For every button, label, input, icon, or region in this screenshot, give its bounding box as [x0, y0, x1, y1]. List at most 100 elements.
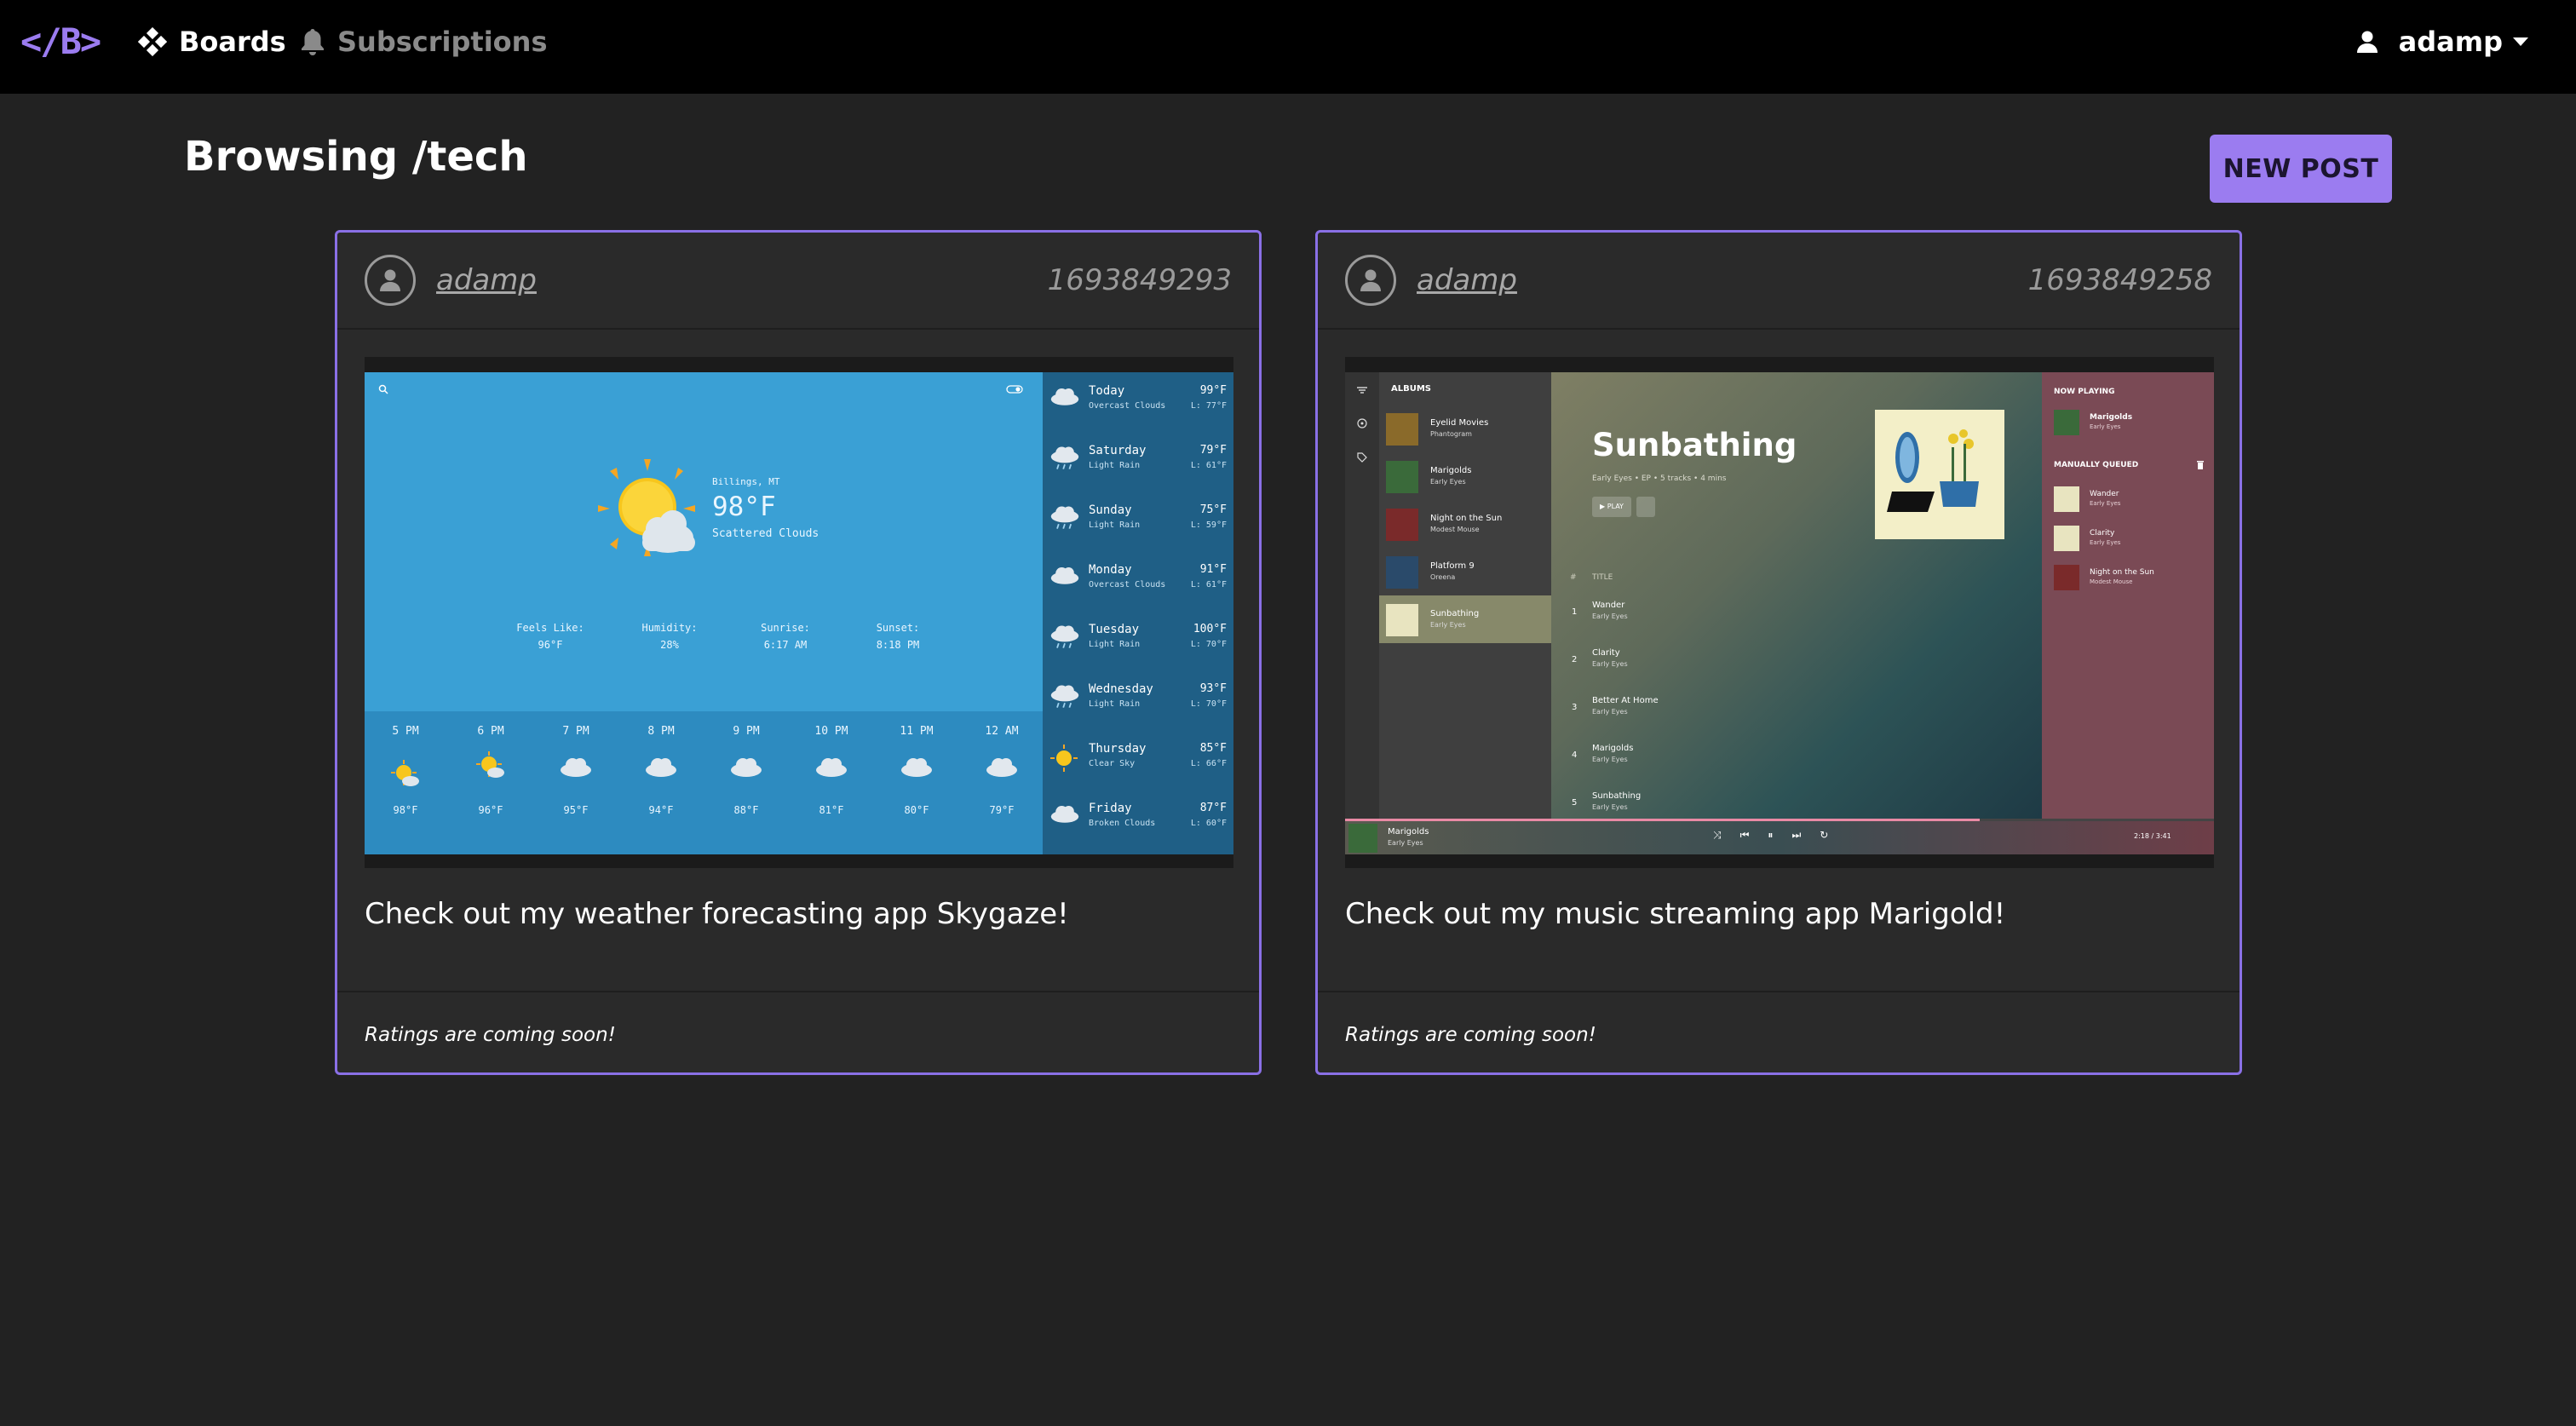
cloud-icon — [1050, 567, 1079, 584]
now-playing-item: Marigolds Early Eyes — [2054, 406, 2207, 446]
weather-current-panel: Billings, MT 98°F Scattered Clouds Feels… — [365, 372, 1043, 711]
cloud-icon — [646, 758, 676, 777]
rain-icon — [1050, 625, 1079, 648]
album-cover — [2054, 565, 2079, 590]
daily-item: Monday Overcast Clouds 91°F L: 61°F — [1043, 551, 1233, 611]
ratings-notice: Ratings are coming soon! — [365, 1024, 616, 1046]
player-time: 2:18 / 3:41 — [2134, 832, 2171, 840]
hourly-item: 8 PM 94°F — [627, 725, 695, 816]
queue-item: Night on the Sun Modest Mouse — [2054, 561, 2207, 601]
hourly-item: 9 PM 88°F — [712, 725, 780, 816]
album-cover-art — [1875, 410, 2004, 539]
cloud-icon — [561, 758, 591, 777]
track-row: 1 Wander Early Eyes — [1572, 601, 1628, 620]
weather-daily-forecast: Today Overcast Clouds 99°F L: 77°F Saturda… — [1043, 372, 1233, 854]
rain-icon — [1050, 685, 1079, 708]
post-author-link[interactable]: adamp — [1417, 263, 1517, 297]
pause-icon: ⏸ — [1768, 829, 1774, 841]
sun-cloud-icon — [598, 459, 695, 556]
weather-stat: Sunset: 8:18 PM — [876, 622, 920, 651]
nav-subscriptions-label: Subscriptions — [337, 26, 548, 58]
post-body: Check out my music streaming app Marigol… — [1345, 897, 2006, 931]
album-cover — [1386, 509, 1418, 541]
daily-item: Wednesday Light Rain 93°F L: 70°F — [1043, 670, 1233, 730]
new-post-button[interactable]: NEW POST — [2210, 135, 2392, 203]
edit-icon — [1636, 497, 1655, 517]
music-app-screenshot: ALBUMS Eyelid Movies Phantogram Marigolds… — [1345, 372, 2214, 854]
user-icon — [2356, 31, 2378, 53]
rain-icon — [1050, 446, 1079, 469]
daily-item: Today Overcast Clouds 99°F L: 77°F — [1043, 372, 1233, 432]
nav-boards-link[interactable]: Boards — [138, 26, 286, 58]
post-image[interactable]: ALBUMS Eyelid Movies Phantogram Marigolds… — [1345, 357, 2214, 868]
music-nav-rail — [1345, 372, 1379, 819]
album-cover — [1386, 461, 1418, 493]
music-queue-panel: NOW PLAYING Marigolds Early Eyes MANUALLY… — [2042, 372, 2214, 819]
album-art-illustration — [1887, 429, 1979, 512]
post-header: adamp 1693849293 — [337, 233, 1259, 330]
album-meta: Early Eyes • EP • 5 tracks • 4 mins — [1592, 474, 1727, 483]
album-item: Marigolds Early Eyes — [1379, 452, 1551, 500]
album-item: Eyelid Movies Phantogram — [1379, 405, 1551, 452]
hourly-item: 6 PM 96°F — [457, 725, 525, 816]
play-button: ▶ PLAY — [1592, 497, 1631, 517]
username-label: adamp — [2398, 26, 2503, 58]
post-card[interactable]: adamp 1693849293 Billings, MT 98°F Scatt… — [335, 230, 1262, 1075]
boards-icon — [138, 27, 167, 56]
album-cover — [1386, 413, 1418, 446]
avatar[interactable] — [365, 255, 416, 306]
daily-item: Sunday Light Rain 75°F L: 59°F — [1043, 492, 1233, 551]
weather-stat: Feels Like: 96°F — [516, 622, 584, 651]
site-logo[interactable]: </B> — [20, 20, 101, 62]
cloud-icon — [816, 758, 847, 777]
album-cover — [2054, 410, 2079, 435]
bell-icon — [302, 29, 324, 55]
weather-stat: Sunrise: 6:17 AM — [761, 622, 810, 651]
album-cover — [1348, 824, 1377, 853]
post-image[interactable]: Billings, MT 98°F Scattered Clouds Feels… — [365, 357, 1233, 868]
daily-item: Friday Broken Clouds 87°F L: 60°F — [1043, 790, 1233, 849]
sun-cloud-icon — [476, 751, 504, 778]
daily-item: Saturday Light Rain 79°F L: 61°F — [1043, 432, 1233, 492]
playback-progress-fill — [1345, 819, 1980, 821]
post-footer: Ratings are coming soon! — [1318, 991, 2240, 1072]
post-author-link[interactable]: adamp — [436, 263, 537, 297]
post-card[interactable]: adamp 1693849258 ALBUMS Eyelid Movies Pha… — [1315, 230, 2242, 1075]
tag-icon — [1357, 452, 1367, 463]
sun-icon — [1050, 745, 1078, 772]
cloud-icon — [986, 758, 1017, 777]
nav-boards-label: Boards — [179, 26, 286, 58]
hourly-item: 5 PM 98°F — [371, 725, 440, 816]
music-player-bar: Marigolds Early Eyes ⤨ ⏮ ⏸ ⏭ ↻ 2:18 / 3:… — [1345, 819, 2214, 854]
post-timestamp: 1693849293 — [1047, 263, 1232, 297]
top-navbar: </B> Boards Subscriptions adamp — [0, 0, 2576, 94]
queue-item: Wander Early Eyes — [2054, 483, 2207, 522]
album-cover — [2054, 526, 2079, 551]
previous-icon: ⏮ — [1739, 829, 1750, 841]
hourly-item: 11 PM 80°F — [900, 725, 934, 816]
album-cover — [1386, 604, 1418, 636]
post-footer: Ratings are coming soon! — [337, 991, 1259, 1072]
hourly-item: 7 PM 95°F — [542, 725, 610, 816]
daily-item: Thursday Clear Sky 85°F L: 66°F — [1043, 730, 1233, 790]
rain-icon — [1050, 506, 1079, 529]
nav-subscriptions-link[interactable]: Subscriptions — [300, 26, 547, 58]
unit-toggle-icon — [1006, 385, 1023, 394]
album-title: Sunbathing — [1592, 427, 1797, 463]
column-number-header: # — [1570, 573, 1577, 582]
track-row: 3 Better At Home Early Eyes — [1572, 696, 1659, 716]
avatar[interactable] — [1345, 255, 1396, 306]
now-playing-heading: NOW PLAYING — [2054, 388, 2115, 396]
column-title-header: TITLE — [1592, 573, 1613, 582]
post-header: adamp 1693849258 — [1318, 233, 2240, 330]
cloud-icon — [901, 758, 932, 777]
player-track-artist: Early Eyes — [1388, 839, 1423, 847]
weather-location: Billings, MT — [712, 476, 780, 487]
playback-progress — [1345, 819, 2214, 821]
cloud-icon — [731, 758, 762, 777]
weather-condition: Scattered Clouds — [712, 527, 819, 540]
album-cover — [1386, 556, 1418, 589]
user-menu-dropdown[interactable]: adamp — [2356, 26, 2528, 58]
weather-app-screenshot: Billings, MT 98°F Scattered Clouds Feels… — [365, 372, 1233, 854]
next-icon: ⏭ — [1791, 829, 1802, 841]
